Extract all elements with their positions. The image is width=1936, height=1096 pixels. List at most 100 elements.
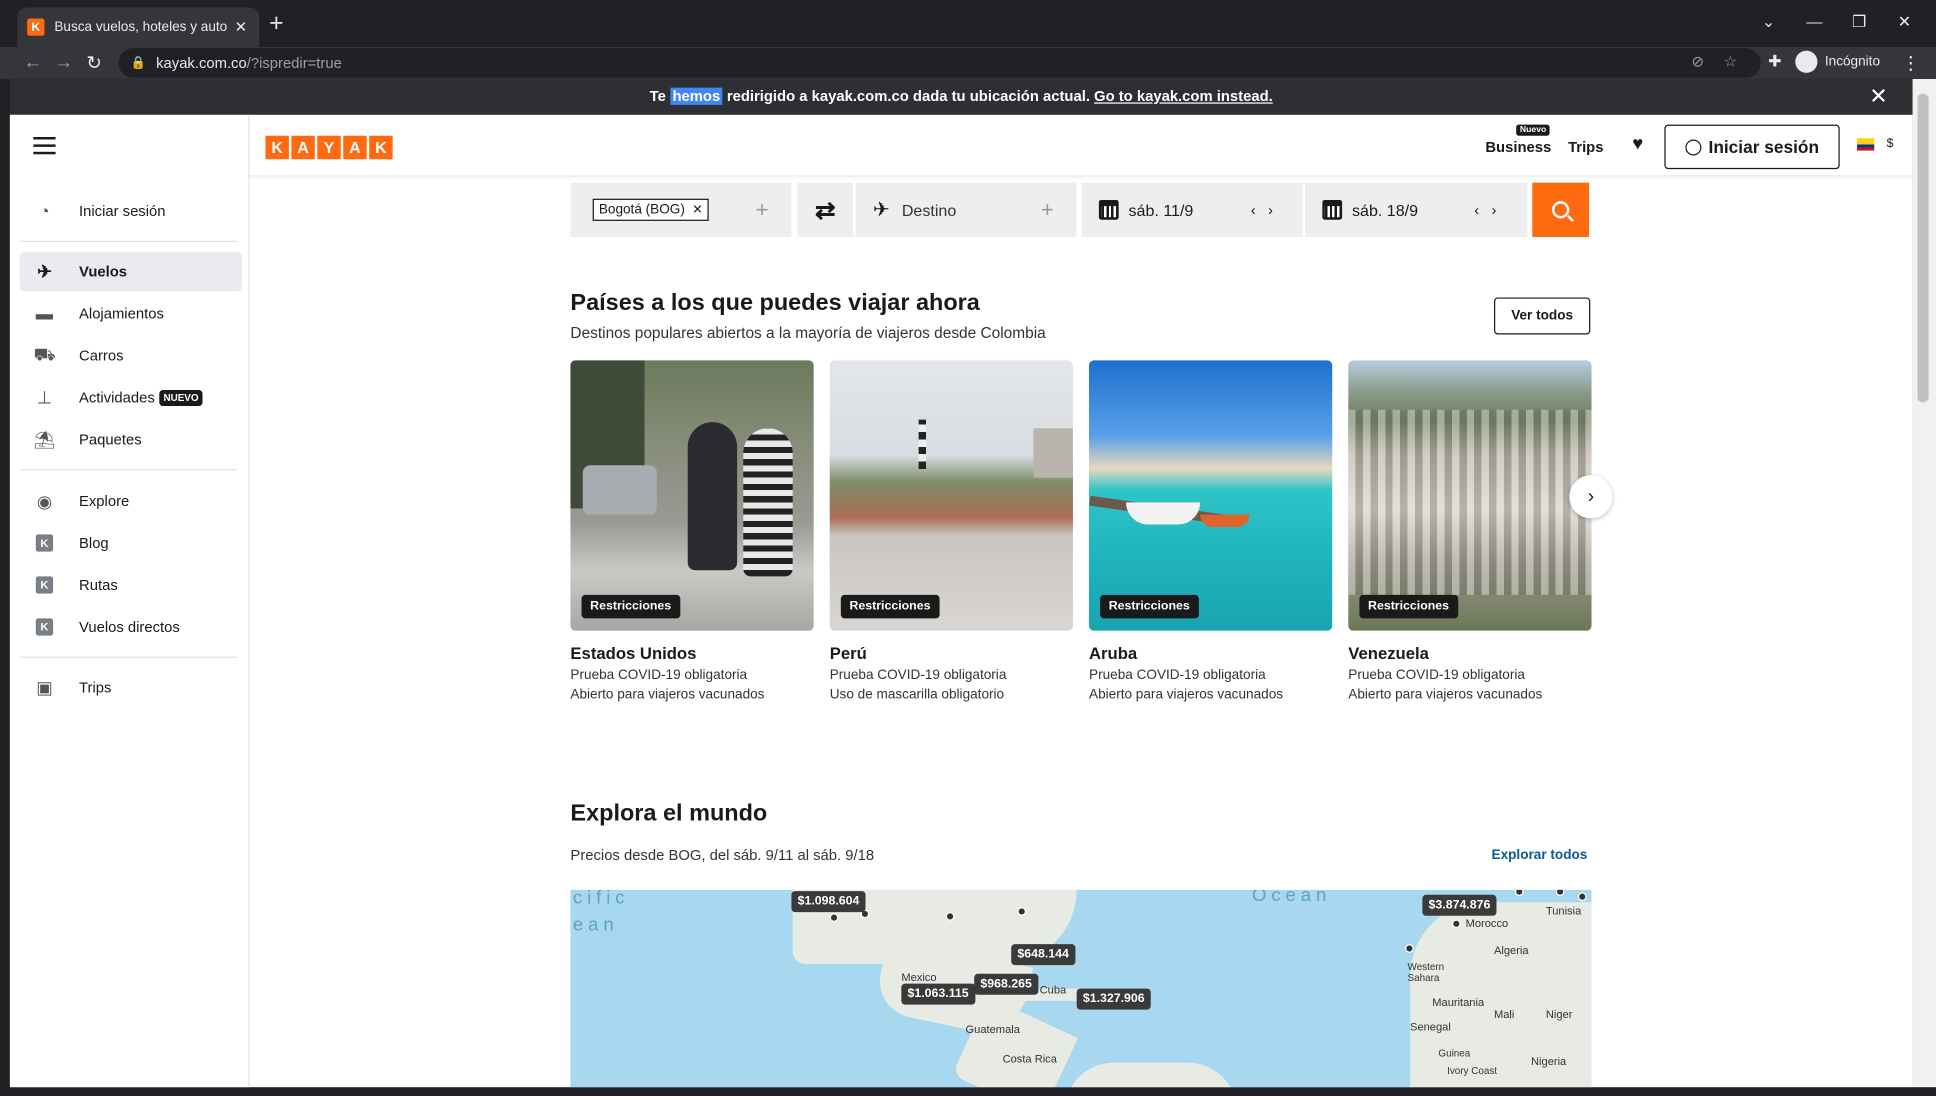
minimize-icon[interactable]: — bbox=[1806, 12, 1822, 31]
sidebar-item-rutas[interactable]: K Rutas bbox=[20, 565, 242, 604]
map-dot[interactable] bbox=[945, 912, 955, 921]
extensions-icon[interactable]: ✚ bbox=[1768, 52, 1781, 72]
trips-link[interactable]: Trips bbox=[1568, 138, 1603, 155]
window-edge bbox=[0, 78, 10, 1096]
map-label: Guinea bbox=[1438, 1047, 1471, 1059]
restrictions-badge: Restricciones bbox=[1100, 594, 1199, 619]
kayak-favicon-icon: K bbox=[27, 18, 45, 36]
depart-date-field[interactable]: sáb. 11/9 ‹› bbox=[1081, 182, 1303, 237]
map-dot[interactable] bbox=[1017, 907, 1027, 916]
map-dot[interactable] bbox=[1452, 919, 1461, 929]
sidebar-item-label: Vuelos bbox=[79, 262, 128, 281]
country-card[interactable]: Restricciones Venezuela Prueba COVID-19 … bbox=[1348, 360, 1592, 702]
map-dot[interactable] bbox=[1555, 889, 1565, 897]
add-origin-icon[interactable]: + bbox=[756, 197, 769, 223]
colombia-flag-icon[interactable] bbox=[1856, 138, 1875, 151]
map-dot[interactable] bbox=[1405, 944, 1414, 953]
price-pin[interactable]: $1.327.906 bbox=[1076, 988, 1151, 1010]
south-america-land bbox=[1064, 1062, 1238, 1088]
eye-off-icon[interactable]: ⊘ bbox=[1692, 53, 1704, 70]
price-pin[interactable]: $648.144 bbox=[1011, 944, 1076, 966]
carousel-next-button[interactable]: › bbox=[1569, 475, 1613, 519]
sidebar-item-explore[interactable]: ◉ Explore bbox=[20, 481, 242, 520]
sidebar-item-vuelos[interactable]: ✈ Vuelos bbox=[19, 251, 243, 292]
window-close-icon[interactable]: ✕ bbox=[1898, 12, 1911, 32]
map-dot[interactable] bbox=[1514, 889, 1524, 897]
price-pin[interactable]: $1.098.604 bbox=[791, 891, 866, 913]
window-bottom-edge bbox=[0, 1087, 1936, 1096]
hamburger-menu-icon[interactable] bbox=[33, 136, 56, 155]
bed-icon: ▬ bbox=[35, 303, 54, 324]
search-button[interactable] bbox=[1532, 182, 1590, 237]
new-tab-icon[interactable]: + bbox=[269, 10, 283, 37]
country-name: Aruba bbox=[1089, 644, 1138, 663]
return-date-field[interactable]: sáb. 18/9 ‹› bbox=[1305, 182, 1528, 237]
restore-icon[interactable]: ❐ bbox=[1852, 12, 1866, 32]
notice-close-icon[interactable]: ✕ bbox=[1869, 79, 1888, 115]
see-all-button[interactable]: Ver todos bbox=[1493, 297, 1591, 335]
swap-button[interactable]: ⇄ bbox=[797, 182, 854, 237]
price-pin[interactable]: $3.874.876 bbox=[1422, 894, 1497, 916]
sidebar-item-blog[interactable]: K Blog bbox=[20, 523, 242, 562]
star-icon[interactable]: ☆ bbox=[1724, 53, 1737, 70]
sidebar-item-paquetes[interactable]: ⛱ Paquetes bbox=[20, 420, 242, 459]
destination-field[interactable]: ✈ Destino + bbox=[855, 182, 1077, 237]
redirect-notice: Te hemos redirigido a kayak.com.co dada … bbox=[9, 78, 1913, 115]
calendar-icon bbox=[1098, 199, 1119, 220]
sidebar-item-carros[interactable]: ⛟ Carros bbox=[20, 336, 242, 375]
country-card[interactable]: Restricciones Perú Prueba COVID-19 oblig… bbox=[829, 360, 1073, 702]
return-date-value: sáb. 18/9 bbox=[1351, 200, 1419, 220]
map-label: Mauritania bbox=[1432, 995, 1485, 1009]
chip-remove-icon[interactable]: ✕ bbox=[692, 203, 702, 217]
restrictions-badge: Restricciones bbox=[840, 594, 940, 619]
heart-icon[interactable]: ♥ bbox=[1632, 133, 1643, 154]
scrollbar-thumb[interactable] bbox=[1917, 93, 1929, 403]
country-line2: Abierto para viajeros vacunados bbox=[1089, 687, 1284, 703]
map-label: Western Sahara bbox=[1407, 961, 1445, 984]
user-icon: ◔ bbox=[39, 201, 50, 221]
tab-search-icon[interactable]: ⌄ bbox=[1762, 12, 1775, 32]
map-label: Nigeria bbox=[1531, 1055, 1567, 1068]
incognito-label: Incógnito bbox=[1824, 54, 1881, 70]
countries-subtitle: Destinos populares abiertos a la mayoría… bbox=[570, 324, 1046, 342]
page-scrollbar[interactable] bbox=[1912, 78, 1936, 1088]
world-map[interactable]: cific ean Ocean Mexico Cuba Guatemala Co… bbox=[570, 889, 1592, 1088]
sidebar-item-alojamientos[interactable]: ▬ Alojamientos bbox=[20, 294, 242, 333]
sidebar-item-actividades[interactable]: ⊥ Actividades NUEVO bbox=[20, 378, 242, 417]
add-destination-icon[interactable]: + bbox=[1041, 197, 1054, 223]
login-button[interactable]: Iniciar sesión bbox=[1664, 124, 1840, 170]
business-link[interactable]: Business bbox=[1485, 138, 1551, 155]
tab-close-icon[interactable]: ✕ bbox=[235, 19, 247, 36]
signpost-icon: ⊥ bbox=[36, 386, 52, 407]
back-icon[interactable]: ← bbox=[23, 52, 42, 73]
notice-text-pre: Te bbox=[649, 87, 670, 105]
address-bar[interactable]: 🔒 kayak.com.co /?ispredir=true ⊘ ☆ bbox=[118, 48, 1761, 78]
date-prev-next-icon[interactable]: ‹› bbox=[1251, 201, 1286, 218]
origin-chip[interactable]: Bogotá (BOG) ✕ bbox=[592, 198, 709, 221]
browser-tab[interactable]: K Busca vuelos, hoteles y autos de ✕ bbox=[17, 7, 260, 47]
reload-icon[interactable]: ↻ bbox=[86, 52, 102, 74]
sidebar-login-label: Iniciar sesión bbox=[79, 202, 166, 220]
date-prev-next-icon[interactable]: ‹› bbox=[1474, 201, 1509, 218]
incognito-icon bbox=[1795, 50, 1818, 73]
sidebar-login[interactable]: ◔ Iniciar sesión bbox=[20, 191, 242, 230]
country-card[interactable]: Restricciones Estados Unidos Prueba COVI… bbox=[570, 360, 814, 702]
forward-icon[interactable]: → bbox=[54, 52, 73, 73]
notice-link[interactable]: Go to kayak.com instead. bbox=[1094, 88, 1273, 105]
price-pin[interactable]: $968.265 bbox=[974, 973, 1039, 995]
menu-dots-icon[interactable]: ⋮ bbox=[1901, 52, 1920, 74]
car-icon: ⛟ bbox=[33, 343, 56, 364]
price-pin[interactable]: $1.063.115 bbox=[901, 983, 975, 1005]
map-dot[interactable] bbox=[829, 913, 839, 922]
sidebar-item-trips[interactable]: ▣ Trips bbox=[20, 668, 242, 707]
sidebar-item-vuelos-directos[interactable]: K Vuelos directos bbox=[20, 607, 242, 646]
map-dot[interactable] bbox=[1577, 892, 1587, 901]
country-image: Restricciones bbox=[570, 360, 814, 631]
kayak-logo[interactable]: KAYAK bbox=[265, 135, 395, 160]
origin-field[interactable]: Bogotá (BOG) ✕ + bbox=[570, 182, 792, 237]
explore-all-link[interactable]: Explorar todos bbox=[1492, 848, 1588, 863]
plane-icon: ✈ bbox=[37, 261, 52, 281]
incognito-button[interactable]: Incógnito bbox=[1795, 50, 1881, 73]
country-card[interactable]: Restricciones Aruba Prueba COVID-19 obli… bbox=[1089, 360, 1333, 703]
currency-symbol[interactable]: $ bbox=[1887, 137, 1894, 151]
